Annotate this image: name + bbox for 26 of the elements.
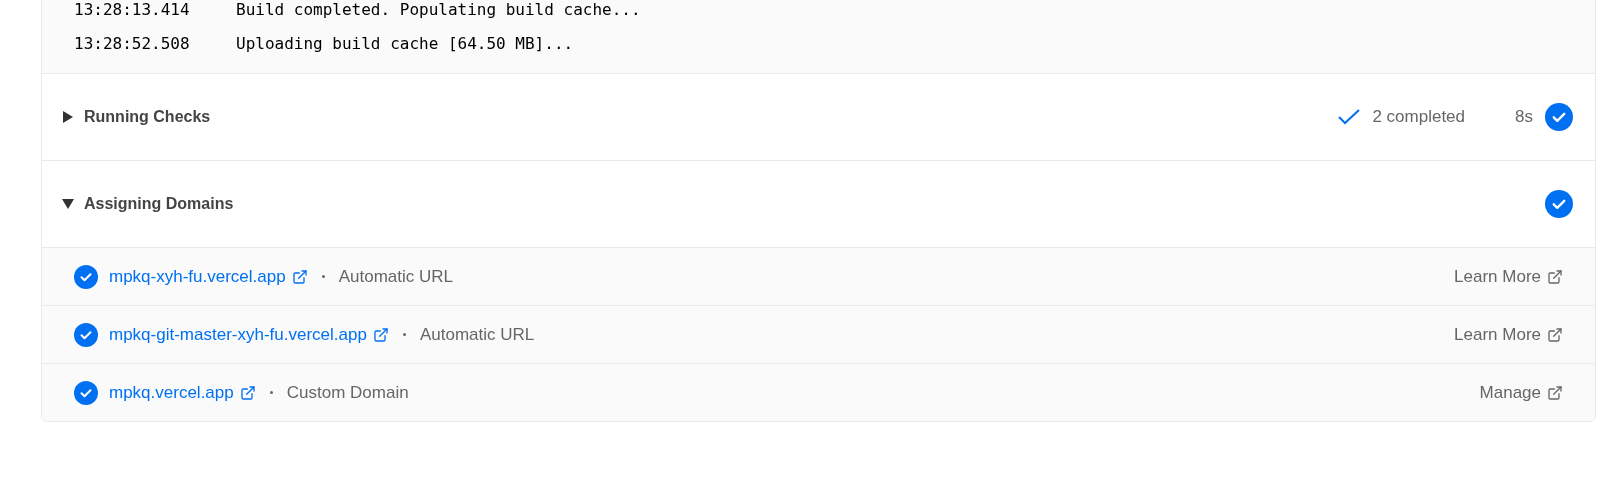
domain-link[interactable]: mpkq.vercel.app <box>109 379 256 406</box>
domain-action-link[interactable]: Manage <box>1479 379 1563 406</box>
external-link-icon <box>1547 326 1563 343</box>
external-link-icon <box>1547 268 1563 285</box>
domain-action-link[interactable]: Learn More <box>1454 321 1563 348</box>
check-icon <box>1338 109 1361 125</box>
duration-text: 8s <box>1515 106 1533 129</box>
external-link-icon <box>372 326 389 343</box>
section-toggle[interactable]: Running Checks <box>62 105 211 129</box>
section-toggle[interactable]: Assigning Domains <box>62 192 234 216</box>
domain-type: Custom Domain <box>286 381 409 404</box>
log-message: Build completed. Populating build cache... <box>236 0 641 21</box>
domain-link[interactable]: mpkq-xyh-fu.vercel.app <box>109 263 308 290</box>
domain-link[interactable]: mpkq-git-master-xyh-fu.vercel.app <box>109 321 389 348</box>
caret-down-icon <box>62 198 74 210</box>
external-link-icon <box>239 384 256 401</box>
caret-right-icon <box>62 111 74 123</box>
external-link-icon <box>1547 384 1563 401</box>
domain-type: Automatic URL <box>338 265 453 288</box>
log-timestamp: 13:28:52.508 <box>74 33 191 55</box>
log-message: Uploading build cache [64.50 MB]... <box>236 33 574 55</box>
external-link-icon <box>291 268 308 285</box>
checks-summary: 2 completed <box>1372 106 1466 129</box>
domain-action-link[interactable]: Learn More <box>1454 263 1563 290</box>
log-timestamp: 13:28:13.414 <box>74 0 191 21</box>
domain-type: Automatic URL <box>419 323 535 346</box>
